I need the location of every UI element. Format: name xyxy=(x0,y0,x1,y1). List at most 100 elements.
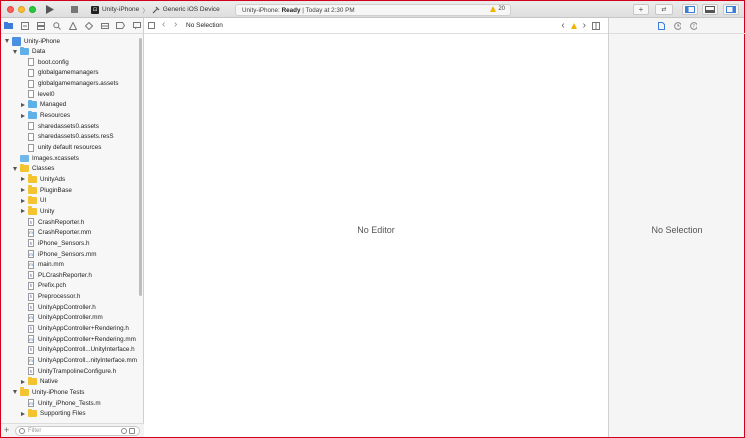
tree-row[interactable]: Unity-iPhone Tests xyxy=(12,387,84,397)
zoom-window-button[interactable] xyxy=(29,6,36,13)
tree-row[interactable]: Managed xyxy=(20,99,66,110)
disclosure-closed-icon[interactable] xyxy=(20,379,26,385)
warnings-indicator[interactable]: 20 xyxy=(490,6,505,12)
adjust-editor-icon[interactable] xyxy=(592,21,600,30)
tree-row[interactable]: Data xyxy=(12,46,45,57)
toggle-debug-area-button[interactable] xyxy=(702,4,718,15)
report-navigator-tab[interactable] xyxy=(132,21,141,30)
tree-row[interactable]: m iPhone_Sensors.mm xyxy=(20,249,96,259)
disclosure-open-icon[interactable] xyxy=(12,166,18,172)
navigator-scrollbar[interactable] xyxy=(139,38,142,296)
tree-row[interactable]: h iPhone_Sensors.h xyxy=(20,238,89,248)
tree-row[interactable]: h UnityTrampolineConfigure.h xyxy=(20,366,116,376)
tree-row[interactable]: Native xyxy=(20,376,58,387)
disclosure-closed-icon[interactable] xyxy=(20,198,26,204)
stop-button[interactable] xyxy=(69,4,79,15)
related-items-icon[interactable] xyxy=(148,22,155,29)
navigator-tabs xyxy=(1,18,144,34)
tree-row[interactable]: PluginBase xyxy=(20,185,72,195)
tree-row-label: UnityAds xyxy=(40,175,66,183)
tree-row[interactable]: boot.config xyxy=(20,57,69,67)
issue-warning-icon[interactable] xyxy=(570,22,577,29)
tree-row[interactable]: globalgamemanagers xyxy=(20,68,99,78)
run-button[interactable] xyxy=(45,4,55,15)
project-navigator-tab[interactable] xyxy=(4,21,13,30)
tree-row[interactable]: m CrashReporter.mm xyxy=(20,228,91,238)
group-folder-icon xyxy=(28,408,37,418)
tree-row[interactable]: m UnityAppController.mm xyxy=(20,313,103,323)
back-arrow-icon[interactable]: ‹ xyxy=(162,19,165,30)
test-navigator-tab[interactable] xyxy=(84,21,93,30)
scheme-selector[interactable]: ⊡ Unity-iPhone 〉 Generic iOS Device xyxy=(91,4,220,15)
inspector-tabs: ? xyxy=(609,18,745,34)
tree-row[interactable]: h UnityAppController+Rendering.h xyxy=(20,324,129,334)
tree-row[interactable]: UnityAds xyxy=(20,174,65,184)
tree-row[interactable]: h CrashReporter.h xyxy=(20,217,84,227)
tree-row[interactable]: h PLCrashReporter.h xyxy=(20,270,92,280)
tree-row[interactable]: Unity xyxy=(20,206,54,216)
disclosure-closed-icon[interactable] xyxy=(20,208,26,214)
toggle-inspector-button[interactable] xyxy=(723,4,739,15)
minimize-window-button[interactable] xyxy=(18,6,25,13)
tree-row[interactable]: Supporting Files xyxy=(20,408,86,419)
tree-row[interactable]: m UnityAppControll...nityInterface.mm xyxy=(20,356,137,366)
disclosure-closed-icon[interactable] xyxy=(20,176,26,182)
source-control-tab[interactable] xyxy=(20,21,29,30)
breakpoint-navigator-tab[interactable] xyxy=(116,21,125,30)
disclosure-open-icon[interactable] xyxy=(12,49,18,55)
tree-row[interactable]: Resources xyxy=(20,110,70,121)
forward-arrow-icon[interactable]: › xyxy=(174,19,177,30)
disclosure-closed-icon[interactable] xyxy=(20,411,26,417)
scheme-device: Generic iOS Device xyxy=(162,6,220,13)
tree-row-label: globalgamemanagers xyxy=(38,69,99,77)
warning-icon xyxy=(490,6,497,12)
tree-row[interactable]: h UnityAppControll...UnityInterface.h xyxy=(20,345,135,355)
source-control-filter-icon[interactable] xyxy=(129,428,135,434)
disclosure-open-icon[interactable] xyxy=(4,38,10,44)
tree-row-label: UnityAppController+Rendering.h xyxy=(38,325,129,333)
filter-field[interactable]: Filter xyxy=(15,426,140,436)
tree-row[interactable]: Unity-iPhone xyxy=(4,36,60,46)
tree-row[interactable]: Classes xyxy=(12,163,54,174)
disclosure-open-icon[interactable] xyxy=(12,389,18,395)
tree-row[interactable]: UI xyxy=(20,195,46,206)
code-review-button[interactable]: ⇄ xyxy=(655,4,673,15)
library-button[interactable]: + xyxy=(633,4,649,15)
tree-row[interactable]: m UnityAppController+Rendering.mm xyxy=(20,334,136,344)
history-inspector-tab[interactable] xyxy=(673,21,681,30)
tree-row[interactable]: unity default resources xyxy=(20,143,101,153)
tree-row[interactable]: m main.mm xyxy=(20,260,64,270)
hammer-icon xyxy=(152,6,160,13)
tree-row[interactable]: h UnityAppController.h xyxy=(20,302,96,312)
quick-help-tab[interactable]: ? xyxy=(689,21,697,30)
symbol-navigator-tab[interactable] xyxy=(36,21,45,30)
tree-row[interactable]: globalgamemanagers.assets xyxy=(20,79,119,89)
file-inspector-tab[interactable] xyxy=(657,21,665,30)
next-issue-icon[interactable]: › xyxy=(583,20,586,31)
recent-files-icon[interactable] xyxy=(121,428,127,434)
add-file-button[interactable]: + xyxy=(4,425,9,435)
tree-row[interactable]: m Unity_iPhone_Tests.m xyxy=(20,398,101,408)
jump-bar-controls: ‹ › xyxy=(561,20,600,31)
previous-issue-icon[interactable]: ‹ xyxy=(561,20,564,31)
disclosure-closed-icon[interactable] xyxy=(20,113,26,119)
group-folder-icon xyxy=(28,185,37,194)
issue-navigator-tab[interactable] xyxy=(68,21,77,30)
tree-row[interactable]: level0 xyxy=(20,89,54,99)
tree-row[interactable]: Images.xcassets xyxy=(12,153,79,163)
disclosure-closed-icon[interactable] xyxy=(20,187,26,193)
tree-row[interactable]: h Preprocessor.h xyxy=(20,292,80,302)
close-window-button[interactable] xyxy=(7,6,14,13)
disclosure-closed-icon[interactable] xyxy=(20,102,26,108)
find-navigator-tab[interactable] xyxy=(52,21,61,30)
tree-row[interactable]: sharedassets0.assets.resS xyxy=(20,132,114,142)
toggle-navigator-button[interactable] xyxy=(682,4,698,15)
tree-row[interactable]: sharedassets0.assets xyxy=(20,121,99,131)
debug-navigator-tab[interactable] xyxy=(100,21,109,30)
tree-row[interactable]: h Prefix.pch xyxy=(20,281,66,291)
